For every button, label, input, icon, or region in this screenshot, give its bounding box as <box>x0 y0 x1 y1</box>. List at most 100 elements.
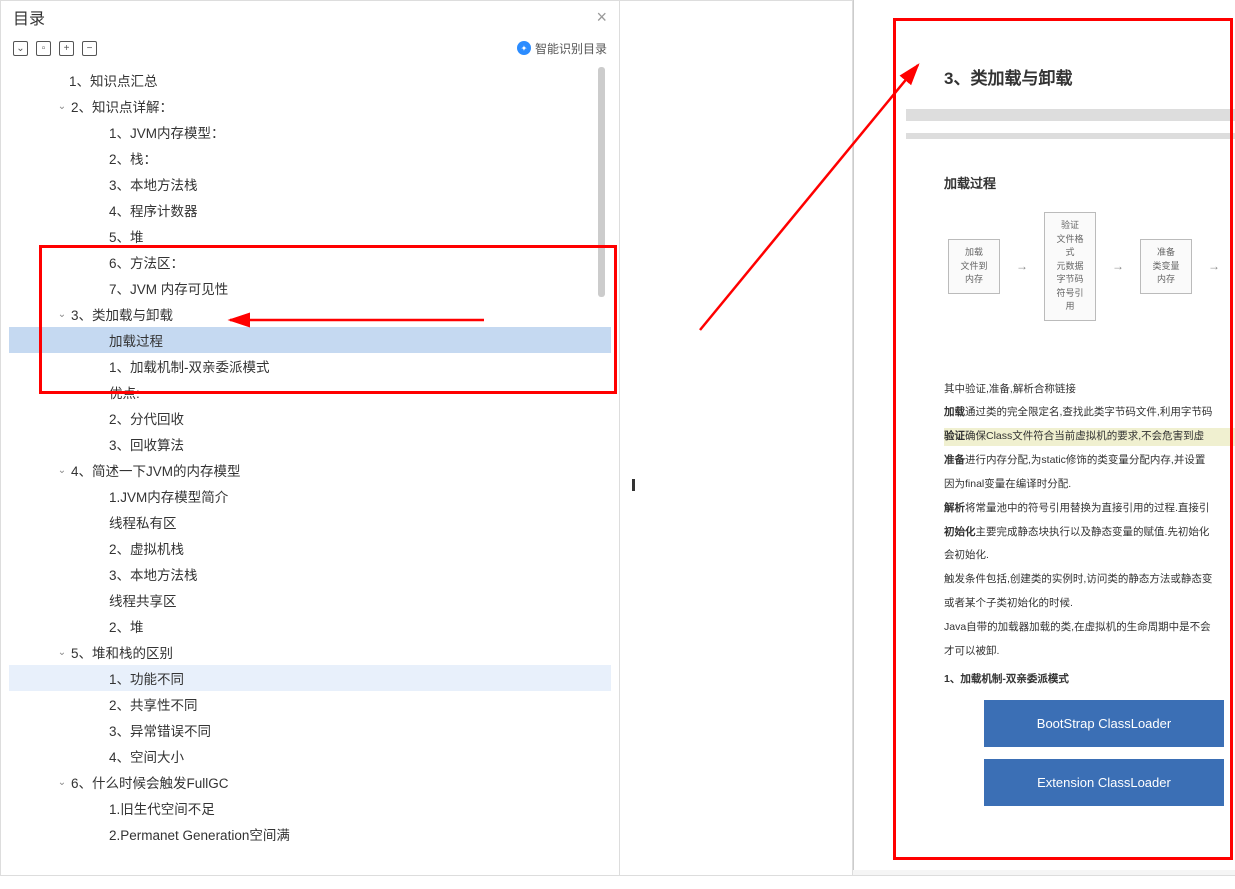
chevron-down-icon[interactable]: ⌄ <box>55 645 69 659</box>
toc-item[interactable]: 2、分代回收 <box>9 405 611 431</box>
toc-item[interactable]: 2、共享性不同 <box>9 691 611 717</box>
toc-item[interactable]: 1.旧生代空间不足 <box>9 795 611 821</box>
toc-item-label: 2、堆 <box>109 616 144 636</box>
toc-list: 1、知识点汇总⌄2、知识点详解：1、JVM内存模型：2、栈：3、本地方法栈4、程… <box>1 63 619 878</box>
cursor-marker <box>632 479 635 491</box>
toc-item[interactable]: 3、异常错误不同 <box>9 717 611 743</box>
toc-item[interactable]: 2、栈： <box>9 145 611 171</box>
toc-item[interactable]: ⌄4、简述一下JVM的内存模型 <box>9 457 611 483</box>
toc-item-label: 3、本地方法栈 <box>109 174 198 194</box>
toc-item[interactable]: 线程私有区 <box>9 509 611 535</box>
toc-item[interactable]: 加载过程 <box>9 327 611 353</box>
doc-para: 加载通过类的完全限定名,查找此类字节码文件,利用字节码 <box>944 404 1235 422</box>
toc-item-label: 2、分代回收 <box>109 408 184 428</box>
expand-box-icon[interactable]: ▫ <box>36 41 51 56</box>
flow-box-prepare: 准备 类变量内存 <box>1140 239 1192 294</box>
toc-item-label: 6、什么时候会触发FullGC <box>71 772 229 792</box>
toc-item[interactable]: 4、空间大小 <box>9 743 611 769</box>
toc-item-label: 3、类加载与卸载 <box>71 304 173 324</box>
doc-para: 解析将常量池中的符号引用替换为直接引用的过程.直接引 <box>944 500 1235 518</box>
toc-item-label: 1.JVM内存模型简介 <box>109 486 228 506</box>
arrow-icon: → <box>1112 259 1124 273</box>
toc-item[interactable]: 2、虚拟机栈 <box>9 535 611 561</box>
toc-item-label: 4、空间大小 <box>109 746 184 766</box>
toc-title: 目录 <box>13 5 45 29</box>
toc-item[interactable]: ⌄2、知识点详解： <box>9 93 611 119</box>
toc-item[interactable]: 3、本地方法栈 <box>9 561 611 587</box>
toc-item[interactable]: ⌄5、堆和栈的区别 <box>9 639 611 665</box>
close-icon[interactable]: × <box>596 7 607 28</box>
toc-item-label: 4、程序计数器 <box>109 200 198 220</box>
smart-toc-label: 智能识别目录 <box>535 40 607 57</box>
status-bar <box>0 875 1235 889</box>
toc-item[interactable]: 1、功能不同 <box>9 665 611 691</box>
section-divider <box>906 109 1235 121</box>
doc-para: 因为final变量在编译时分配. <box>944 476 1235 494</box>
toc-panel: 目录 × ⌄ ▫ + − ✦ 智能识别目录 1、知识点汇总⌄2、知识点详解：1、… <box>0 0 620 880</box>
section-divider-2 <box>906 133 1235 139</box>
toc-item-label: 4、简述一下JVM的内存模型 <box>71 460 241 480</box>
toc-item-label: 加载过程 <box>109 330 163 350</box>
doc-heading-2: 加载过程 <box>944 173 1235 192</box>
doc-para: 会初始化. <box>944 547 1235 565</box>
doc-para: Java自带的加载器加载的类,在虚拟机的生命周期中是不会 <box>944 619 1235 637</box>
chevron-down-icon[interactable]: ⌄ <box>55 463 69 477</box>
toc-item-label: 2、共享性不同 <box>109 694 198 714</box>
collapse-all-icon[interactable]: ⌄ <box>13 41 28 56</box>
plus-icon[interactable]: + <box>59 41 74 56</box>
doc-heading-1: 3、类加载与卸载 <box>944 64 1235 89</box>
scrollbar-thumb[interactable] <box>598 67 605 297</box>
toc-item[interactable]: 2.Permanet Generation空间满 <box>9 821 611 847</box>
chevron-down-icon[interactable]: ⌄ <box>55 775 69 789</box>
flow-box-verify: 验证 文件格式 元数据 字节码 符号引用 <box>1044 212 1096 321</box>
doc-para: 或者某个子类初始化的时候. <box>944 595 1235 613</box>
smart-dot-icon: ✦ <box>517 41 531 55</box>
classloader-box-extension: Extension ClassLoader <box>984 759 1224 806</box>
toc-item[interactable]: 优点: <box>9 379 611 405</box>
chevron-down-icon[interactable]: ⌄ <box>55 307 69 321</box>
document-preview: 3、类加载与卸载 加载过程 加载 文件到内存 → 验证 文件格式 元数据 字节码… <box>853 0 1235 870</box>
doc-para: 触发条件包括,创建类的实例时,访问类的静态方法或静态变 <box>944 571 1235 589</box>
toc-item-label: 5、堆和栈的区别 <box>71 642 173 662</box>
smart-toc-button[interactable]: ✦ 智能识别目录 <box>517 40 607 57</box>
toc-item[interactable]: 2、堆 <box>9 613 611 639</box>
toc-item-label: 1、JVM内存模型： <box>109 122 225 142</box>
toc-item-label: 1、加载机制-双亲委派模式 <box>109 356 270 376</box>
classloader-box-bootstrap: BootStrap ClassLoader <box>984 700 1224 747</box>
toc-item-label: 优点: <box>109 382 140 402</box>
toc-item-label: 线程共享区 <box>109 590 177 610</box>
toc-item[interactable]: ⌄6、什么时候会触发FullGC <box>9 769 611 795</box>
toc-item-label: 5、堆 <box>109 226 144 246</box>
toc-item[interactable]: 6、方法区： <box>9 249 611 275</box>
toc-item-label: 2.Permanet Generation空间满 <box>109 824 290 844</box>
toc-item-label: 2、虚拟机栈 <box>109 538 184 558</box>
toc-item-label: 2、栈： <box>109 148 157 168</box>
doc-para-highlighted: 验证确保Class文件符合当前虚拟机的要求,不会危害到虚 <box>944 428 1235 446</box>
minus-icon[interactable]: − <box>82 41 97 56</box>
toc-item[interactable]: 线程共享区 <box>9 587 611 613</box>
doc-para: 准备进行内存分配,为static修饰的类变量分配内存,并设置 <box>944 452 1235 470</box>
toc-item[interactable]: 1、知识点汇总 <box>9 67 611 93</box>
toc-item-label: 3、回收算法 <box>109 434 184 454</box>
toc-item[interactable]: 3、本地方法栈 <box>9 171 611 197</box>
toc-item[interactable]: ⌄3、类加载与卸载 <box>9 301 611 327</box>
toc-item[interactable]: 3、回收算法 <box>9 431 611 457</box>
chevron-down-icon[interactable]: ⌄ <box>55 99 69 113</box>
arrow-icon: → <box>1208 259 1220 273</box>
doc-para: 初始化主要完成静态块执行以及静态变量的赋值.先初始化 <box>944 524 1235 542</box>
toc-header: 目录 × <box>1 1 619 33</box>
toc-item-label: 3、本地方法栈 <box>109 564 198 584</box>
toc-toolbar: ⌄ ▫ + − ✦ 智能识别目录 <box>1 33 619 63</box>
toc-item-label: 7、JVM 内存可见性 <box>109 278 228 298</box>
toc-item-label: 2、知识点详解： <box>71 96 173 116</box>
toc-item[interactable]: 7、JVM 内存可见性 <box>9 275 611 301</box>
toc-item-label: 1、功能不同 <box>109 668 184 688</box>
toc-item[interactable]: 4、程序计数器 <box>9 197 611 223</box>
toc-item[interactable]: 1.JVM内存模型简介 <box>9 483 611 509</box>
toc-item[interactable]: 1、加载机制-双亲委派模式 <box>9 353 611 379</box>
toc-item[interactable]: 1、JVM内存模型： <box>9 119 611 145</box>
toc-item[interactable]: 5、堆 <box>9 223 611 249</box>
flow-diagram: 加载 文件到内存 → 验证 文件格式 元数据 字节码 符号引用 → 准备 类变量… <box>948 212 1235 321</box>
doc-para: 其中验证,准备,解析合称链接 <box>944 381 1235 399</box>
toc-item-label: 6、方法区： <box>109 252 184 272</box>
